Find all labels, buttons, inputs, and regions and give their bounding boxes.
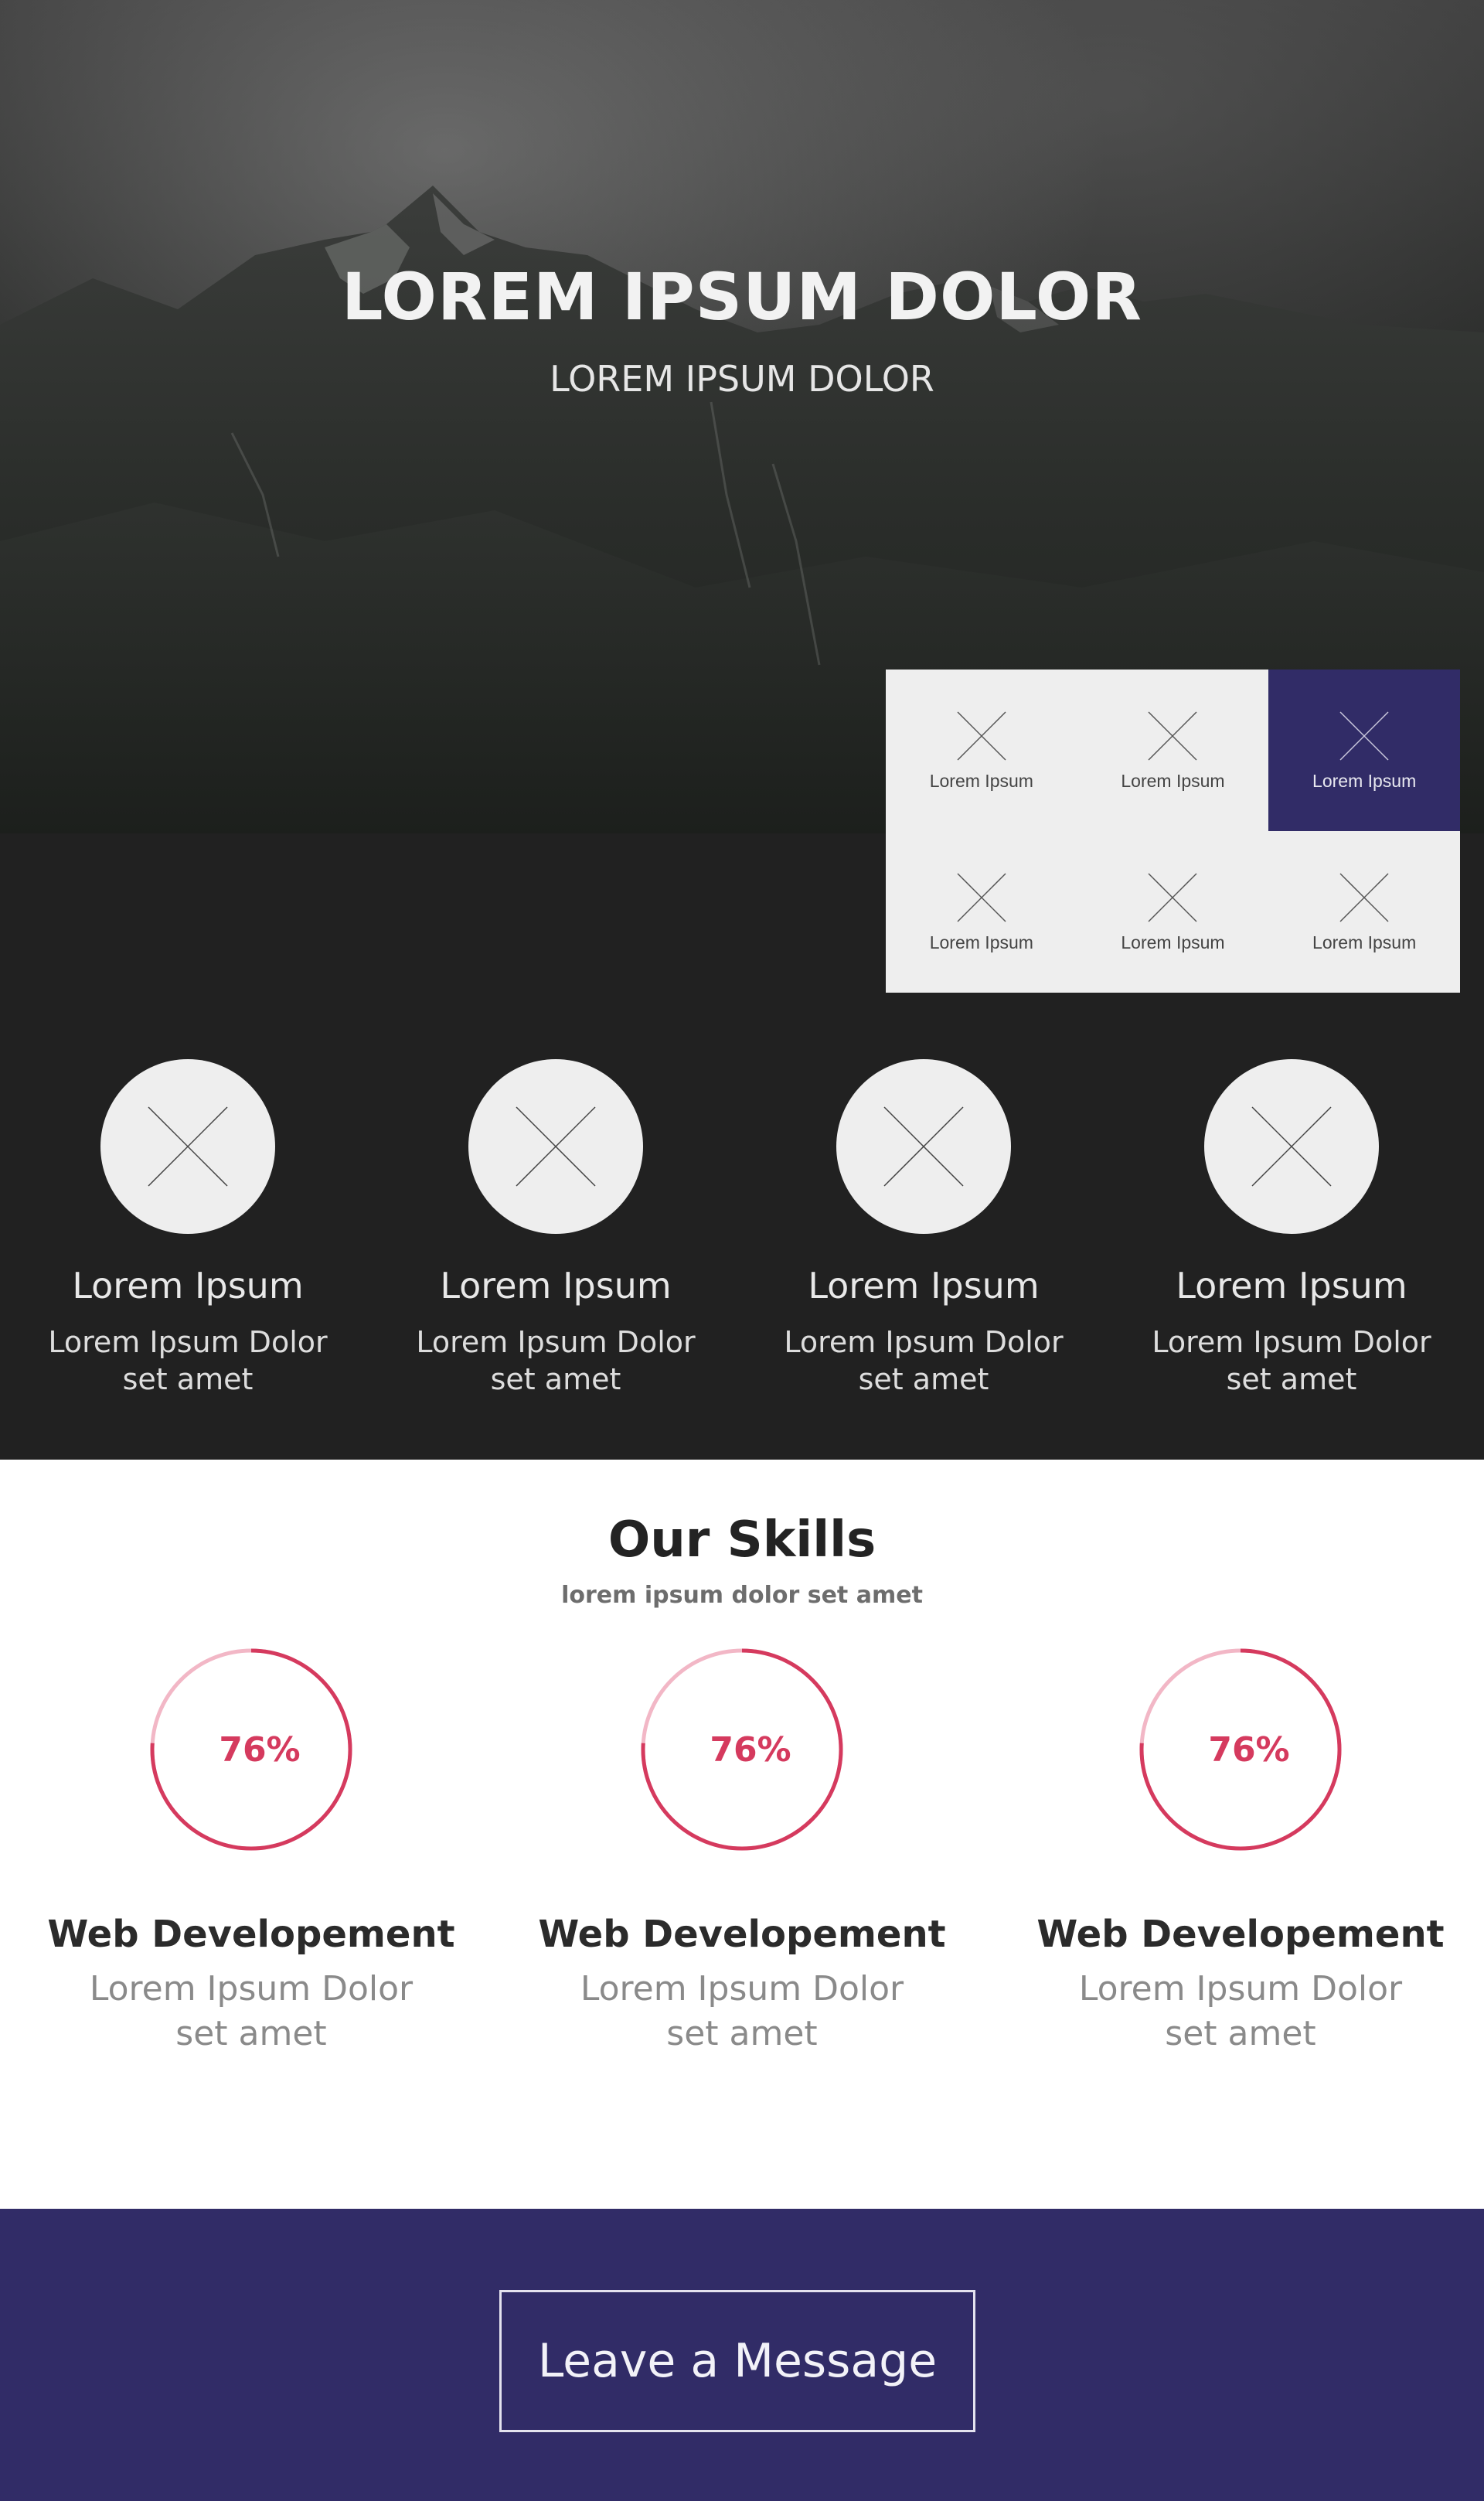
grid-item-active[interactable]: Lorem Ipsum [1268,670,1460,831]
grid-item-label: Lorem Ipsum [1312,771,1417,791]
feature-desc-line: set amet [490,1362,621,1396]
placeholder-x-icon [1339,873,1389,922]
skill-progress-ring: 76% [150,1648,352,1851]
feature-desc-line: Lorem Ipsum Dolor [784,1325,1064,1359]
grid-item-label: Lorem Ipsum [1312,932,1417,952]
skill-description: Lorem Ipsum Dolor set amet [35,1967,468,2056]
skills-heading: Our Skills [608,1511,876,1569]
grid-item-label: Lorem Ipsum [1121,932,1225,952]
footer-cta: Leave a Message [0,2209,1484,2501]
skill-progress-ring: 76% [641,1648,843,1851]
grid-item[interactable]: Lorem Ipsum [1077,670,1269,831]
feature-desc-line: set amet [122,1362,254,1396]
feature-title: Lorem Ipsum [808,1265,1040,1307]
skill-desc-line: set amet [175,2014,327,2053]
skill-item: 76% Web Developement Lorem Ipsum Dolor s… [526,1648,958,2056]
skill-description: Lorem Ipsum Dolor set amet [526,1967,958,2056]
category-grid: Lorem Ipsum Lorem Ipsum Lorem Ipsum Lore… [886,670,1460,993]
placeholder-x-icon [957,873,1006,922]
feature-desc-line: Lorem Ipsum Dolor [416,1325,696,1359]
grid-item-label: Lorem Ipsum [1121,771,1225,791]
feature-item: Lorem Ipsum Lorem Ipsum Dolor set amet [1129,1059,1454,1398]
feature-desc-line: Lorem Ipsum Dolor [48,1325,328,1359]
grid-item-label: Lorem Ipsum [929,932,1033,952]
placeholder-x-icon [148,1106,228,1187]
skill-title: Web Developement [538,1913,946,1956]
feature-image [100,1059,275,1234]
feature-title: Lorem Ipsum [1176,1265,1407,1307]
skill-desc-line: Lorem Ipsum Dolor [1078,1969,1403,2009]
skill-desc-line: Lorem Ipsum Dolor [89,1969,414,2009]
feature-item: Lorem Ipsum Lorem Ipsum Dolor set amet [393,1059,718,1398]
skill-item: 76% Web Developement Lorem Ipsum Dolor s… [35,1648,468,2056]
grid-item[interactable]: Lorem Ipsum [1268,831,1460,993]
skill-desc-line: set amet [666,2014,818,2053]
placeholder-x-icon [1339,711,1389,761]
feature-item: Lorem Ipsum Lorem Ipsum Dolor set amet [26,1059,350,1398]
feature-desc-line: Lorem Ipsum Dolor [1152,1325,1431,1359]
feature-description: Lorem Ipsum Dolor set amet [761,1324,1086,1398]
feature-title: Lorem Ipsum [72,1265,304,1307]
grid-item[interactable]: Lorem Ipsum [886,831,1077,993]
skill-description: Lorem Ipsum Dolor set amet [1024,1967,1457,2056]
feature-description: Lorem Ipsum Dolor set amet [393,1324,718,1398]
skill-desc-line: set amet [1165,2014,1316,2053]
feature-desc-line: set amet [858,1362,989,1396]
feature-title: Lorem Ipsum [440,1265,672,1307]
feature-image [836,1059,1011,1234]
skill-item: 76% Web Developement Lorem Ipsum Dolor s… [1024,1648,1457,2056]
grid-item[interactable]: Lorem Ipsum [886,670,1077,831]
skill-percent: 76% [219,1729,301,1770]
skill-title: Web Developement [1036,1913,1445,1956]
leave-message-button[interactable]: Leave a Message [499,2290,975,2432]
placeholder-x-icon [1251,1106,1332,1187]
feature-description: Lorem Ipsum Dolor set amet [26,1324,350,1398]
skill-desc-line: Lorem Ipsum Dolor [580,1969,904,2009]
skill-percent: 76% [710,1729,791,1770]
hero-title: LOREM IPSUM DOLOR [342,259,1142,335]
skill-title: Web Developement [47,1913,455,1956]
placeholder-x-icon [957,711,1006,761]
grid-item[interactable]: Lorem Ipsum [1077,831,1269,993]
feature-desc-line: set amet [1226,1362,1357,1396]
placeholder-x-icon [1148,873,1198,922]
placeholder-x-icon [1148,711,1198,761]
hero-subtitle: LOREM IPSUM DOLOR [550,358,934,400]
feature-image [468,1059,643,1234]
grid-item-label: Lorem Ipsum [929,771,1033,791]
placeholder-x-icon [516,1106,596,1187]
feature-description: Lorem Ipsum Dolor set amet [1129,1324,1454,1398]
skill-percent: 76% [1208,1729,1290,1770]
feature-item: Lorem Ipsum Lorem Ipsum Dolor set amet [761,1059,1086,1398]
skill-progress-ring: 76% [1139,1648,1342,1851]
feature-image [1204,1059,1379,1234]
placeholder-x-icon [883,1106,964,1187]
skills-subheading: lorem ipsum dolor set amet [561,1582,923,1609]
